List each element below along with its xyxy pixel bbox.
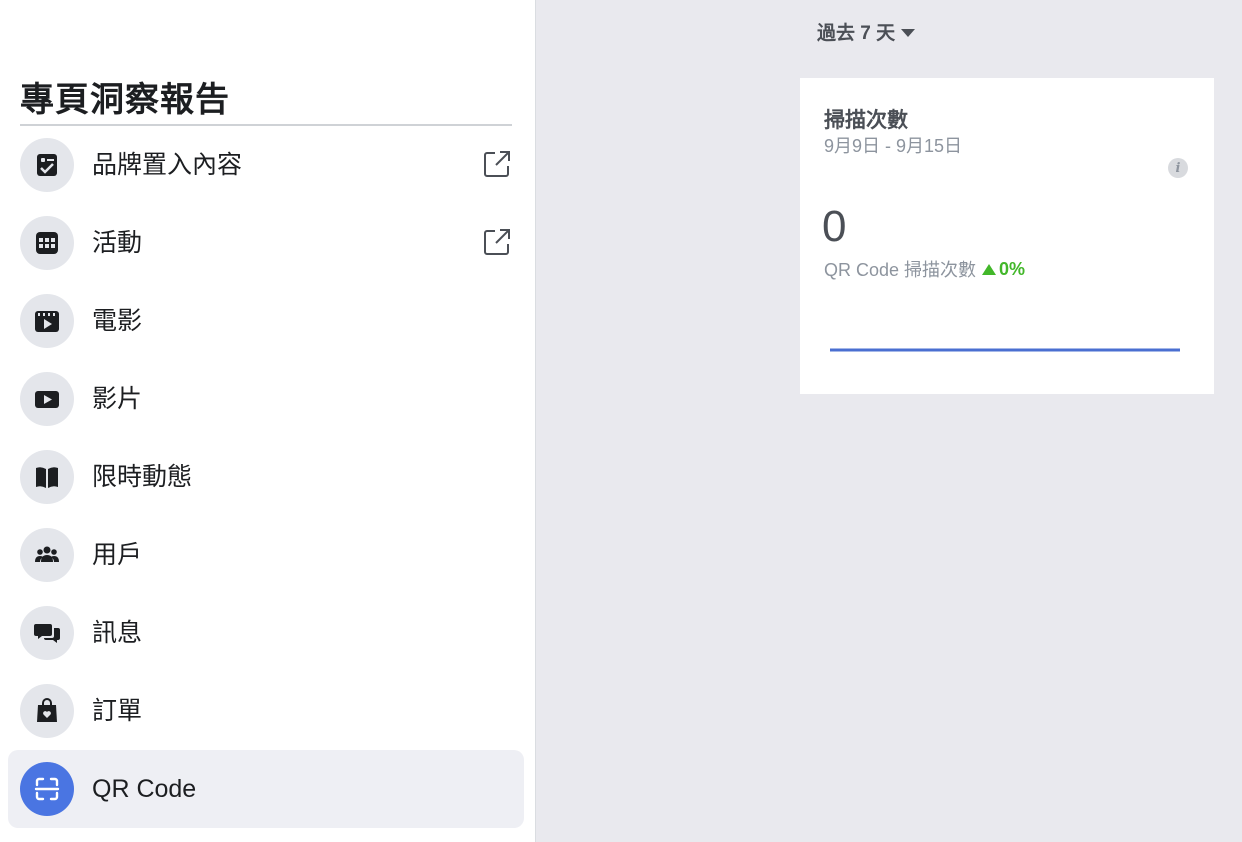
external-link-icon[interactable] bbox=[482, 227, 512, 257]
sidebar-item-qr-code[interactable]: QR Code bbox=[8, 750, 524, 828]
sidebar-item-stories[interactable]: 限時動態 bbox=[8, 438, 524, 516]
page-title: 專頁洞察報告 bbox=[20, 81, 230, 119]
sidebar-item-messages[interactable]: 訊息 bbox=[8, 594, 524, 672]
sidebar-item-label: 活動 bbox=[92, 229, 143, 257]
sidebar-item-label: 訂單 bbox=[92, 697, 143, 725]
sidebar-item-label: 限時動態 bbox=[92, 463, 193, 491]
branded-content-icon bbox=[20, 138, 74, 192]
movie-icon bbox=[20, 294, 74, 348]
sidebar-item-label: 用戶 bbox=[92, 541, 143, 569]
qr-scan-icon bbox=[20, 762, 74, 816]
sidebar-item-label: 電影 bbox=[92, 307, 143, 335]
sidebar-item-label: 影片 bbox=[92, 385, 143, 413]
metric-value: 0 bbox=[822, 202, 847, 251]
sidebar-item-movies[interactable]: 電影 bbox=[8, 282, 524, 360]
sidebar-item-label: QR Code bbox=[92, 775, 197, 803]
date-range-label: 過去 7 天 bbox=[817, 23, 896, 44]
sidebar-item-audience[interactable]: 用戶 bbox=[8, 516, 524, 594]
sidebar-item-videos[interactable]: 影片 bbox=[8, 360, 524, 438]
card-title: 掃描次數 bbox=[824, 109, 908, 132]
sparkline-chart bbox=[830, 348, 1180, 352]
video-icon bbox=[20, 372, 74, 426]
calendar-icon bbox=[20, 216, 74, 270]
arrow-up-icon bbox=[982, 263, 997, 275]
book-icon bbox=[20, 450, 74, 504]
external-link-icon[interactable] bbox=[482, 149, 512, 179]
metric-label: QR Code 掃描次數 bbox=[824, 260, 977, 280]
card-date-range: 9月9日 - 9月15日 bbox=[824, 136, 963, 156]
caret-down-icon bbox=[901, 28, 916, 37]
sidebar-item-label: 品牌置入內容 bbox=[92, 151, 243, 179]
sidebar-item-events[interactable]: 活動 bbox=[8, 204, 524, 282]
metric-row: QR Code 掃描次數 0% bbox=[824, 256, 1025, 282]
people-icon bbox=[20, 528, 74, 582]
trend-value: 0% bbox=[999, 258, 1026, 279]
trend-badge: 0% bbox=[982, 259, 1025, 280]
sidebar-item-orders[interactable]: 訂單 bbox=[8, 672, 524, 750]
sidebar-item-branded-content[interactable]: 品牌置入內容 bbox=[8, 126, 524, 204]
sidebar-item-label: 訊息 bbox=[92, 619, 143, 647]
qr-scans-card: 掃描次數 9月9日 - 9月15日 i 0 QR Code 掃描次數 0% bbox=[800, 78, 1214, 394]
date-range-dropdown[interactable]: 過去 7 天 bbox=[817, 18, 916, 45]
chat-icon bbox=[20, 606, 74, 660]
sidebar: 專頁洞察報告 品牌置入內容 活動 電影 影片 限時動態 用戶 訊息 訂單 QR … bbox=[0, 0, 536, 842]
shopping-bag-icon bbox=[20, 684, 74, 738]
info-icon[interactable]: i bbox=[1168, 158, 1188, 178]
